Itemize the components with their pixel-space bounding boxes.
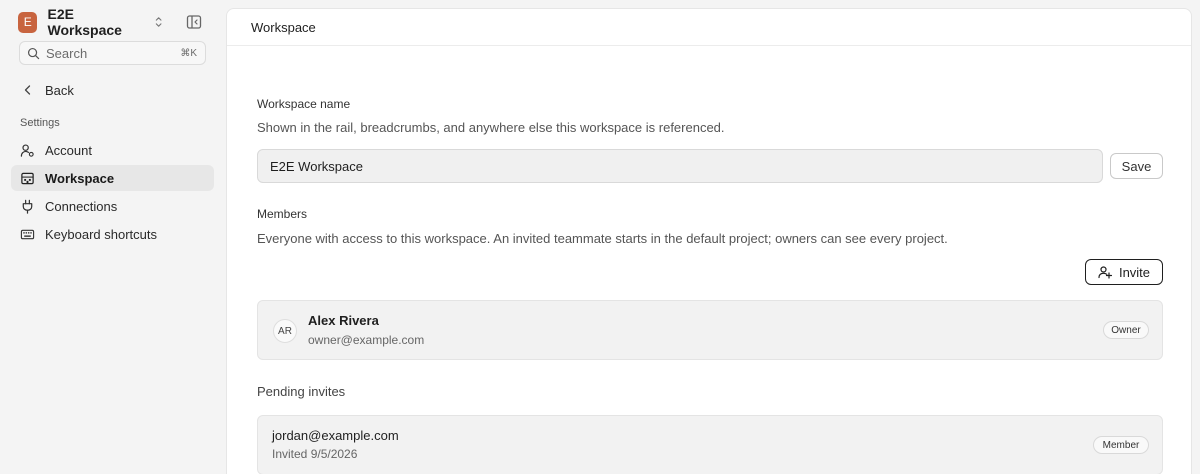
members-label: Members (257, 207, 308, 221)
user-plus-icon (1098, 266, 1112, 279)
page-header: Workspace (227, 9, 1191, 46)
plug-icon (22, 199, 33, 214)
sidebar-collapse-icon[interactable] (185, 13, 203, 31)
invite-email: jordan@example.com (272, 428, 399, 443)
sidebar-item-account[interactable]: Account (11, 137, 214, 163)
sidebar-item-workspace[interactable]: Workspace (11, 165, 214, 191)
role-badge: Owner (1103, 321, 1149, 339)
chevron-up-down-icon (155, 17, 162, 27)
pending-invite-row: jordan@example.com Invited 9/5/2026 Memb… (257, 415, 1163, 474)
role-badge: Member (1093, 436, 1149, 454)
sidebar-item-keyboard-shortcuts[interactable]: Keyboard shortcuts (11, 221, 214, 247)
sidebar-item-label: Account (45, 142, 92, 158)
user-settings-icon (20, 143, 34, 157)
invite-button-label: Invite (1118, 264, 1151, 280)
chevron-left-icon (24, 85, 31, 95)
workspace-avatar: E (18, 11, 38, 33)
sidebar-item-label: Keyboard shortcuts (45, 226, 158, 242)
sidebar: E E2E Workspace Search ⌘K Back Settings (0, 0, 226, 474)
back-label: Back (45, 82, 74, 98)
members-description: Everyone with access to this workspace. … (257, 231, 948, 246)
workspace-switcher-name: E2E Workspace (47, 6, 122, 38)
workspace-name-description: Shown in the rail, breadcrumbs, and anyw… (257, 120, 725, 135)
pending-invites-label: Pending invites (257, 384, 346, 399)
sidebar-item-label: Workspace (45, 170, 115, 186)
avatar: AR (273, 319, 297, 343)
search-placeholder: Search (46, 45, 88, 61)
page-title: Workspace (251, 19, 316, 35)
back-button[interactable]: Back (22, 80, 74, 100)
sidebar-item-label: Connections (45, 198, 118, 214)
main-panel: Workspace Workspace name Shown in the ra… (226, 8, 1192, 474)
invite-button[interactable]: Invite (1085, 259, 1163, 285)
settings-section-label: Settings (20, 117, 60, 129)
workspace-name-label: Workspace name (257, 97, 351, 111)
save-button[interactable]: Save (1110, 153, 1163, 179)
workspace-switcher[interactable]: E E2E Workspace (18, 6, 163, 38)
search-box[interactable]: Search ⌘K (19, 41, 206, 65)
sidebar-item-connections[interactable]: Connections (11, 193, 214, 219)
search-shortcut: ⌘K (180, 47, 197, 59)
member-name: Alex Rivera (308, 313, 379, 328)
workspace-name-input[interactable] (257, 149, 1103, 183)
keyboard-icon (20, 229, 35, 239)
member-row: AR Alex Rivera owner@example.com Owner (257, 300, 1163, 360)
member-email: owner@example.com (308, 333, 425, 347)
search-icon (27, 47, 40, 59)
building-icon (21, 172, 34, 184)
invite-date: Invited 9/5/2026 (272, 447, 358, 461)
